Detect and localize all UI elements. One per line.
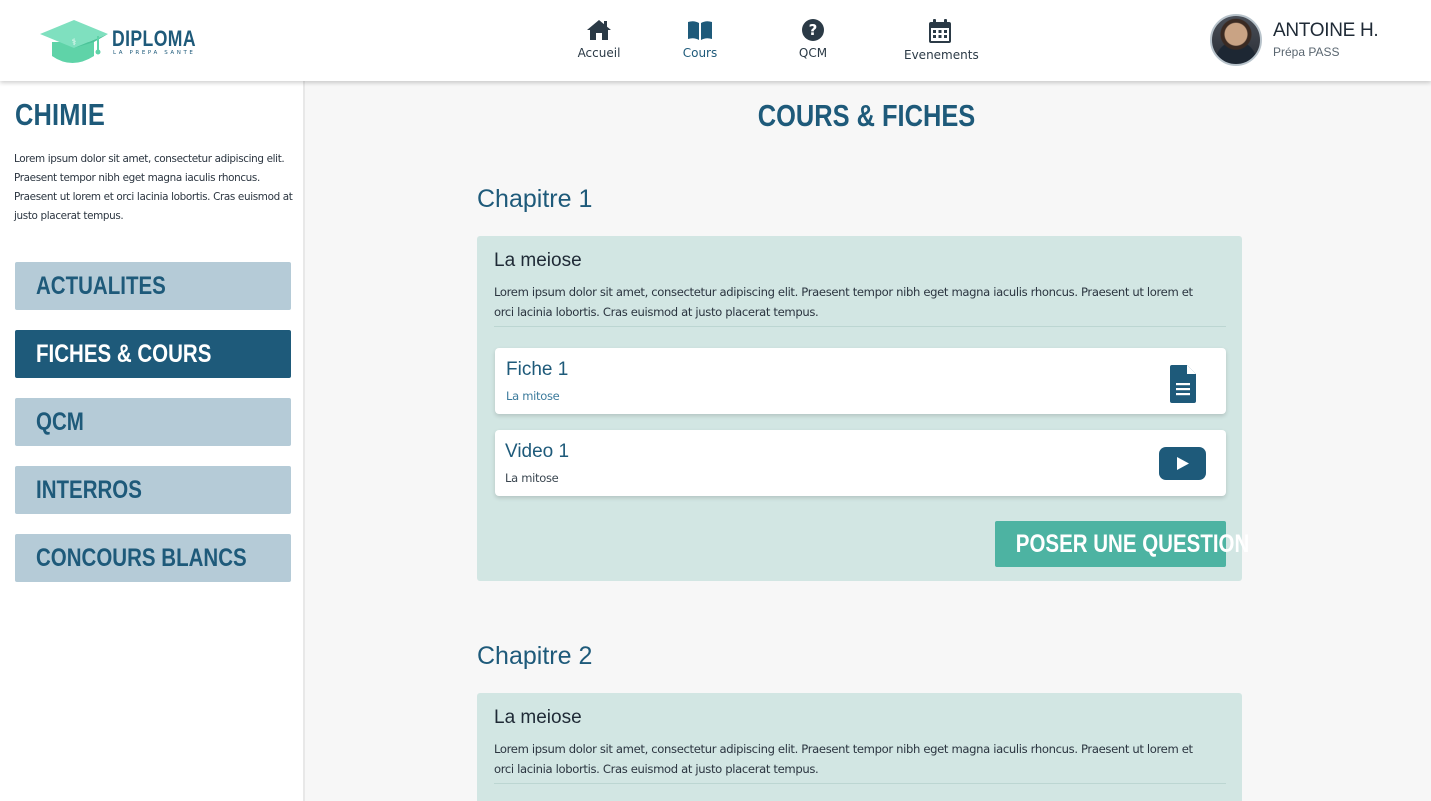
card-title: La meiose [494,250,582,271]
sidebar-item-label: CONCOURS BLANCS [36,544,247,572]
resource-subtitle: La mitose [505,471,559,485]
resource-subtitle: La mitose [506,389,560,403]
resource-fiche[interactable]: Fiche 1 La mitose [495,348,1226,414]
resource-title: Video 1 [505,441,570,462]
top-bar: ⚕ DIPLOMA LA PREPA SANTE Accueil Cours ?… [0,0,1431,81]
video-play-icon[interactable] [1159,447,1206,480]
nav-cours[interactable]: Cours [675,18,725,68]
sidebar-item-concours-blancs[interactable]: CONCOURS BLANCS [15,534,291,582]
card-title: La meiose [494,707,582,728]
course-card: La meiose Lorem ipsum dolor sit amet, co… [477,236,1250,581]
svg-text:⚕: ⚕ [72,38,77,48]
chapter-title: Chapitre 1 [477,185,593,213]
nav-accueil[interactable]: Accueil [574,18,624,68]
nav-label: Accueil [577,46,621,60]
card-divider [494,326,1226,327]
sidebar-description: Lorem ipsum dolor sit amet, consectetur … [14,153,293,222]
nav-label: Evenements [904,48,979,62]
user-subtitle: Prépa PASS [1273,45,1340,59]
svg-text:?: ? [809,21,818,39]
sidebar-item-label: QCM [36,408,84,436]
page-title: COURS & FICHES [757,98,976,133]
sidebar-title: CHIMIE [15,97,105,132]
sidebar-item-interros[interactable]: INTERROS [15,466,291,514]
logo-title: DIPLOMA [112,26,196,51]
card-divider [494,783,1226,784]
card-description: Lorem ipsum dolor sit amet, consectetur … [494,285,1193,319]
sidebar: CHIMIE Lorem ipsum dolor sit amet, conse… [0,81,305,801]
sidebar-item-qcm[interactable]: QCM [15,398,291,446]
sidebar-item-label: ACTUALITES [36,272,166,300]
user-profile[interactable]: ANTOINE H. Prépa PASS [1210,14,1410,68]
sidebar-item-fiches-cours[interactable]: FICHES & COURS [15,330,291,378]
document-icon[interactable] [1169,365,1197,403]
nav-label: QCM [798,46,828,60]
ask-question-label: POSER UNE QUESTION [1015,530,1250,558]
question-circle-icon: ? [802,19,824,41]
logo[interactable]: ⚕ DIPLOMA LA PREPA SANTE [38,16,198,70]
chapter-title: Chapitre 2 [477,642,593,670]
nav-evenements[interactable]: Evenements [904,18,979,68]
ask-question-button[interactable]: POSER UNE QUESTION [995,521,1250,567]
book-icon [688,21,712,40]
course-card: La meiose Lorem ipsum dolor sit amet, co… [477,693,1242,801]
home-icon [587,20,611,40]
avatar[interactable] [1210,14,1262,66]
nav-qcm[interactable]: ? QCM [788,18,838,68]
calendar-icon [929,19,951,43]
user-name: ANTOINE H. [1273,20,1379,41]
nav-label: Cours [682,46,718,60]
graduation-cap-icon: ⚕ [40,20,108,63]
resource-video[interactable]: Video 1 La mitose [495,430,1226,496]
resource-title: Fiche 1 [506,359,569,380]
sidebar-item-actualites[interactable]: ACTUALITES [15,262,291,310]
card-description: Lorem ipsum dolor sit amet, consectetur … [494,742,1193,776]
logo-subtitle: LA PREPA SANTE [113,50,196,56]
sidebar-item-label: FICHES & COURS [36,340,212,368]
sidebar-item-label: INTERROS [36,476,142,504]
